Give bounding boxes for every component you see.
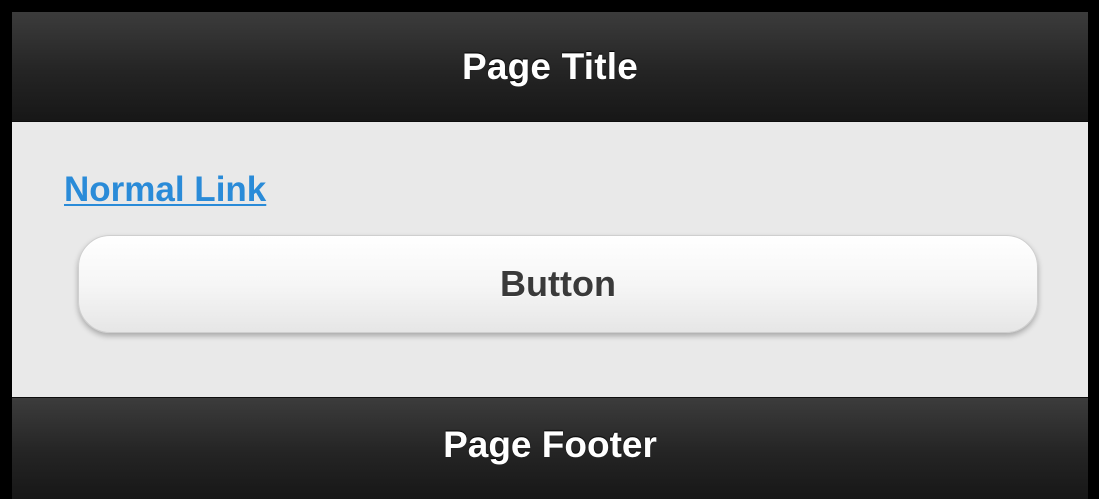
page-header: Page Title <box>12 12 1088 122</box>
normal-link[interactable]: Normal Link <box>64 170 266 210</box>
button[interactable]: Button <box>78 235 1038 333</box>
page-footer: Page Footer <box>12 397 1088 499</box>
button-label: Button <box>500 263 616 304</box>
page-content: Normal Link Button <box>12 122 1088 397</box>
mobile-page: Page Title Normal Link Button Page Foote… <box>12 12 1088 499</box>
page-title: Page Title <box>461 45 639 87</box>
footer-title: Page Footer <box>443 423 657 465</box>
